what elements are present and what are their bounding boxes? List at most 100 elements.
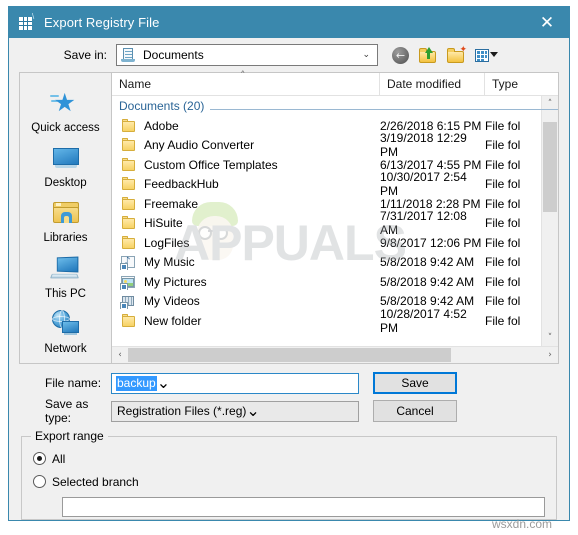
folder-icon [121, 176, 137, 192]
documents-folder-icon [121, 47, 137, 63]
column-header-type[interactable]: Type [485, 73, 537, 95]
file-date: 10/30/2017 2:54 PM [380, 170, 467, 199]
table-row[interactable]: New folder 10/28/2017 4:52 PM File fol [112, 307, 558, 335]
table-row[interactable]: Custom Office Templates 6/13/2017 4:55 P… [112, 155, 558, 175]
file-name: My Pictures [144, 274, 207, 289]
folder-icon [121, 313, 137, 329]
places-bar: ★ Quick access Desktop Libraries This PC… [19, 72, 111, 364]
horizontal-scroll-track[interactable] [128, 347, 542, 363]
folder-icon [121, 196, 137, 212]
file-name: Custom Office Templates [144, 157, 278, 172]
file-type: File fol [485, 274, 521, 289]
place-this-pc[interactable]: This PC [23, 253, 109, 302]
window-title: Export Registry File [44, 15, 160, 30]
save-as-type-dropdown[interactable]: Registration Files (*.reg) ⌄ [111, 400, 359, 422]
selected-branch-input[interactable] [62, 497, 545, 517]
table-row[interactable]: Adobe 2/26/2018 6:15 PM File fol [112, 116, 558, 136]
up-one-level-button[interactable] [418, 46, 439, 65]
title-bar: \ Export Registry File ✕ [9, 7, 569, 38]
save-in-value: Documents [143, 48, 204, 62]
file-type: File fol [485, 157, 521, 172]
toolbar-buttons: ← ✦ [390, 44, 498, 65]
table-row[interactable]: Freemake 1/11/2018 2:28 PM File fol [112, 194, 558, 214]
file-name-row: File name: backup ⌄ Save [19, 372, 559, 394]
file-date: 5/8/2018 9:42 AM [380, 255, 475, 270]
chevron-down-icon[interactable]: ⌄ [246, 401, 259, 421]
file-name-input[interactable]: backup ⌄ [111, 372, 359, 394]
place-desktop[interactable]: Desktop [23, 142, 109, 191]
chevron-down-icon[interactable]: ⌄ [157, 373, 170, 393]
table-row[interactable]: LogFiles 9/8/2017 12:06 PM File fol [112, 233, 558, 253]
radio-selected-branch-indicator[interactable] [33, 475, 46, 488]
file-type: File fol [485, 235, 521, 250]
table-row[interactable]: My Videos 5/8/2018 9:42 AM File fol [112, 292, 558, 312]
save-button[interactable]: Save [373, 372, 457, 394]
file-name: Any Audio Converter [144, 138, 255, 153]
table-row[interactable]: FeedbackHub 10/30/2017 2:54 PM File fol [112, 170, 558, 198]
cancel-button[interactable]: Cancel [373, 400, 457, 422]
file-type: File fol [485, 255, 521, 270]
libraries-folder-icon [50, 197, 82, 229]
browser-body: ★ Quick access Desktop Libraries This PC… [9, 69, 569, 364]
table-row[interactable]: My Pictures 5/8/2018 9:42 AM File fol [112, 272, 558, 292]
file-type: File fol [485, 118, 521, 133]
folder-icon [121, 137, 137, 153]
horizontal-scroll-thumb[interactable] [128, 348, 451, 362]
save-in-toolbar: Save in: Documents ⌄ ← ✦ [9, 38, 569, 72]
registry-editor-icon: \ [19, 12, 35, 31]
vertical-scroll-track[interactable] [542, 112, 558, 330]
new-folder-badge-icon: ✦ [459, 44, 467, 55]
vertical-scroll-thumb[interactable] [543, 122, 557, 212]
place-network[interactable]: Network [23, 308, 109, 357]
desktop-monitor-icon [50, 142, 82, 174]
column-header-name[interactable]: Name ˄ [112, 69, 380, 95]
videos-folder-icon [120, 293, 137, 310]
table-row[interactable]: Any Audio Converter 3/19/2018 12:29 PM F… [112, 131, 558, 159]
place-label: Network [44, 342, 87, 355]
scroll-down-button[interactable]: ˅ [542, 330, 558, 346]
file-type: File fol [485, 313, 521, 328]
views-button[interactable] [474, 46, 498, 65]
sort-ascending-icon: ˄ [240, 69, 246, 82]
place-quick-access[interactable]: ★ Quick access [23, 87, 109, 136]
file-type: File fol [485, 216, 521, 231]
scroll-left-button[interactable]: ‹ [112, 347, 128, 363]
place-label: Quick access [31, 122, 100, 134]
save-form: File name: backup ⌄ Save Save as type: R… [9, 364, 569, 434]
table-row[interactable]: ♪ My Music 5/8/2018 9:42 AM File fol [112, 253, 558, 273]
radio-all[interactable]: All [33, 449, 556, 468]
radio-all-indicator[interactable] [33, 452, 46, 465]
quick-access-star-icon: ★ [49, 87, 82, 119]
folder-icon [121, 118, 137, 134]
radio-selected-branch-label: Selected branch [52, 474, 139, 489]
file-type: File fol [485, 294, 521, 309]
place-label: Libraries [43, 232, 88, 245]
file-type: File fol [485, 177, 521, 192]
wsxdn-watermark: wsxdn.com [492, 517, 553, 531]
file-type: File fol [485, 196, 521, 211]
file-name: New folder [144, 313, 202, 328]
file-name: LogFiles [144, 235, 190, 250]
scroll-right-button[interactable]: › [542, 347, 558, 363]
radio-selected-branch[interactable]: Selected branch [33, 472, 556, 491]
back-button[interactable]: ← [390, 46, 411, 65]
file-name: Freemake [144, 196, 199, 211]
file-name: FeedbackHub [144, 177, 219, 192]
save-as-type-row: Save as type: Registration Files (*.reg)… [19, 397, 559, 425]
group-header-row: Documents (20) [112, 96, 558, 116]
file-name: My Music [144, 255, 195, 270]
close-button[interactable]: ✕ [525, 7, 569, 38]
table-row[interactable]: HiSuite 7/31/2017 12:08 AM File fol [112, 209, 558, 237]
chevron-down-icon [490, 51, 498, 57]
horizontal-scrollbar[interactable]: ‹ › [112, 346, 558, 363]
chevron-down-icon: ⌄ [362, 50, 370, 60]
views-grid-icon [475, 48, 489, 62]
place-libraries[interactable]: Libraries [23, 197, 109, 246]
radio-all-label: All [52, 451, 66, 466]
save-in-dropdown[interactable]: Documents ⌄ [116, 44, 378, 66]
column-header-date-modified[interactable]: Date modified [380, 73, 485, 95]
place-label: Desktop [44, 177, 87, 190]
create-new-folder-button[interactable]: ✦ [446, 44, 467, 65]
vertical-scrollbar[interactable]: ˄ ˅ [541, 96, 558, 346]
file-name: Adobe [144, 118, 179, 133]
